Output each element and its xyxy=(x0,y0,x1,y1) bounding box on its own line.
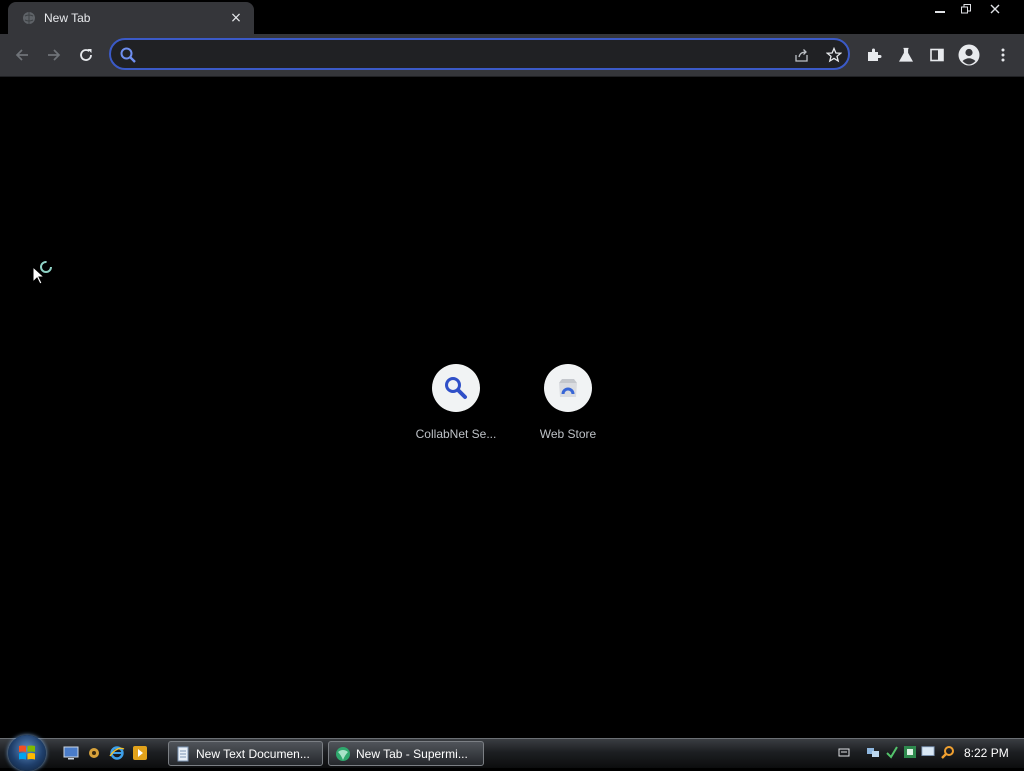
start-button[interactable] xyxy=(8,735,46,771)
bookmark-star-button[interactable] xyxy=(823,44,845,66)
taskbar-item-notepad[interactable]: New Text Documen... xyxy=(168,741,323,766)
kebab-menu-icon xyxy=(1001,48,1005,62)
arrow-right-icon xyxy=(48,49,61,61)
forward-button[interactable] xyxy=(40,41,68,69)
menu-button[interactable] xyxy=(989,41,1017,69)
avatar-icon xyxy=(958,44,980,66)
update-tray-icon[interactable] xyxy=(885,745,899,759)
tab-strip: New Tab × xyxy=(0,0,1024,34)
media-player-button[interactable] xyxy=(131,744,149,762)
quicklaunch-app-button[interactable] xyxy=(85,744,103,762)
web-store-icon xyxy=(559,379,577,397)
arrow-left-icon xyxy=(15,49,28,61)
show-desktop-button[interactable] xyxy=(62,744,80,762)
restore-button[interactable] xyxy=(953,0,979,18)
share-icon xyxy=(795,49,808,62)
minimize-button[interactable] xyxy=(927,0,953,18)
close-icon xyxy=(990,4,1000,14)
extensions-button[interactable] xyxy=(860,41,888,69)
address-input[interactable] xyxy=(141,43,785,67)
shortcut-web-store[interactable]: Web Store xyxy=(512,364,624,452)
shortcut-collabnet[interactable]: CollabNet Se... xyxy=(400,364,512,452)
taskbar: New Text Documen... New Tab - Supermi...… xyxy=(0,735,1024,771)
loading-spinner-icon xyxy=(40,261,52,273)
windows-logo-icon xyxy=(19,745,35,760)
star-icon xyxy=(826,47,842,63)
tab-title: New Tab xyxy=(44,11,91,25)
search-icon xyxy=(119,46,137,64)
close-window-button[interactable] xyxy=(979,0,1011,18)
shortcut-icon-circle xyxy=(544,364,592,412)
taskbar-clock[interactable]: 8:22 PM xyxy=(964,746,1009,760)
restore-icon xyxy=(961,4,971,14)
shortcut-label: Web Store xyxy=(539,427,597,441)
tab-new-tab[interactable]: New Tab × xyxy=(8,2,254,34)
taskbar-item-browser[interactable]: New Tab - Supermi... xyxy=(328,741,484,766)
new-tab-page: CollabNet Se... Web Store xyxy=(0,77,1024,738)
profile-button[interactable] xyxy=(955,41,983,69)
back-button[interactable] xyxy=(8,41,36,69)
tab-close-icon[interactable]: × xyxy=(228,10,244,26)
taskbar-item-label: New Tab - Supermi... xyxy=(356,746,468,761)
side-panel-icon xyxy=(930,48,944,62)
notepad-icon xyxy=(177,746,189,761)
minimize-icon xyxy=(935,11,945,13)
flask-icon xyxy=(898,47,914,62)
reload-icon xyxy=(80,49,92,61)
labs-button[interactable] xyxy=(892,41,920,69)
gear-app-icon xyxy=(89,748,99,758)
keyboard-tray-icon[interactable] xyxy=(837,745,851,759)
omnibox[interactable] xyxy=(109,38,850,70)
internet-explorer-button[interactable] xyxy=(108,744,126,762)
share-button[interactable] xyxy=(791,44,813,66)
search-icon xyxy=(445,377,467,399)
display-tray-icon[interactable] xyxy=(921,745,935,759)
shortcut-icon-circle xyxy=(432,364,480,412)
shortcut-label: CollabNet Se... xyxy=(415,427,497,441)
media-player-icon xyxy=(133,746,147,760)
puzzle-icon xyxy=(868,48,882,61)
reload-button[interactable] xyxy=(72,41,100,69)
toolbar xyxy=(0,34,1024,77)
globe-icon xyxy=(22,11,36,25)
side-panel-button[interactable] xyxy=(923,41,951,69)
shield-tray-icon[interactable] xyxy=(903,745,917,759)
search-tray-icon[interactable] xyxy=(941,745,955,759)
network-tray-icon[interactable] xyxy=(866,745,880,759)
browser-icon xyxy=(336,746,350,761)
internet-explorer-icon xyxy=(109,746,125,760)
desktop-icon xyxy=(63,746,79,760)
taskbar-item-label: New Text Documen... xyxy=(196,746,310,761)
